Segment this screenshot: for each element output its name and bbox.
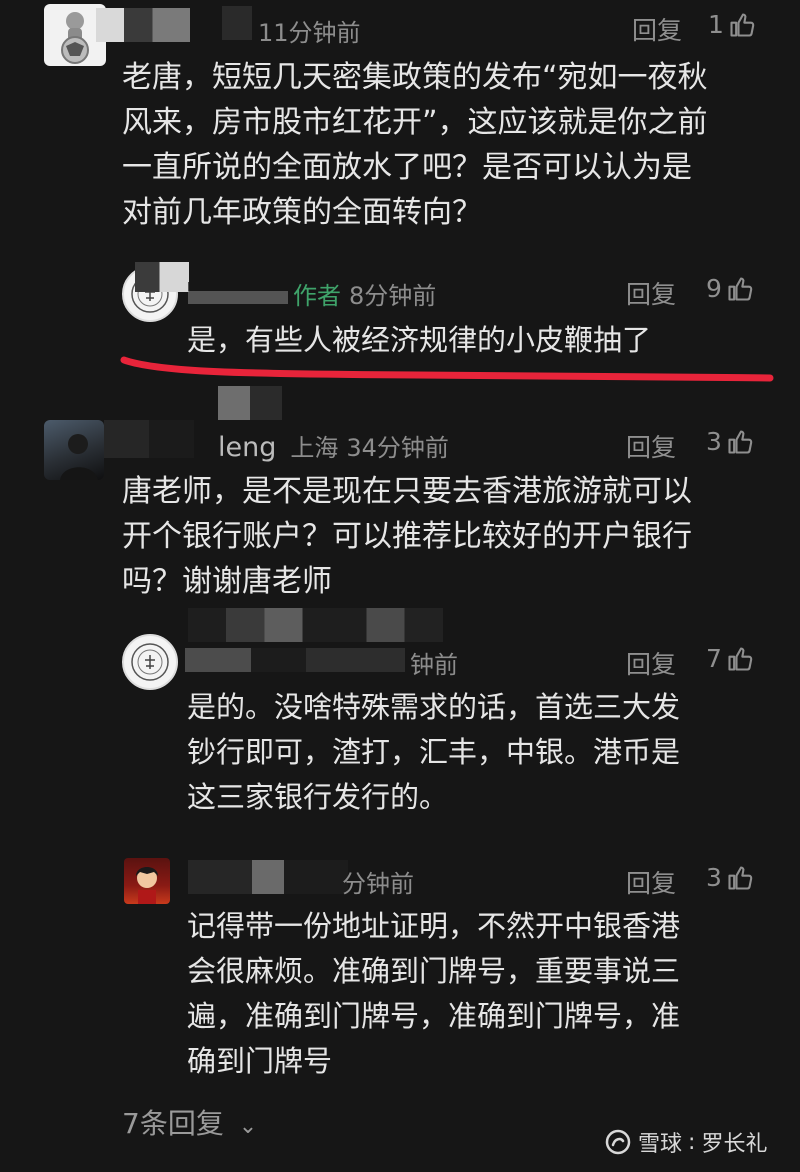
- comment-time: 分钟前: [342, 870, 414, 898]
- username-fragment: leng: [218, 432, 277, 463]
- like-count: 7: [706, 644, 722, 673]
- reply-button[interactable]: 回复: [626, 428, 676, 464]
- author-badge-and-time: 作者 8分钟前: [293, 276, 436, 311]
- comment-time: 8分钟前: [349, 282, 437, 310]
- snowball-logo-icon: [605, 1129, 631, 1155]
- watermark: 雪球 : 罗长礼: [604, 1126, 767, 1158]
- thumbs-up-icon: [728, 276, 753, 301]
- like-count: 3: [706, 863, 722, 892]
- blurred-author-name: [188, 282, 288, 304]
- chevron-down-icon: ⌄: [238, 1114, 258, 1139]
- reply-button[interactable]: 回复: [626, 864, 676, 900]
- avatar[interactable]: [44, 420, 104, 480]
- avatar-person-icon: [60, 434, 98, 480]
- blurred-username-part: [222, 6, 252, 40]
- blurred-username: [188, 860, 348, 894]
- like-button[interactable]: 3: [706, 427, 754, 456]
- thumbs-up-icon: [730, 12, 755, 37]
- reply-button[interactable]: 回复: [626, 275, 676, 311]
- like-button[interactable]: 3: [706, 863, 754, 892]
- thumbs-up-icon: [728, 865, 753, 890]
- thumbs-up-icon: [728, 429, 753, 454]
- comment-author-meta: leng 上海 34分钟前: [218, 428, 449, 463]
- more-replies-link[interactable]: 7条回复 ⌄: [122, 1102, 257, 1142]
- reply-button[interactable]: 回复: [632, 11, 682, 47]
- location: 上海: [290, 434, 339, 462]
- watermark-brand: 雪球: [638, 1132, 683, 1157]
- comment-time: 11分钟前: [258, 19, 361, 47]
- avatar-character-icon: [136, 867, 158, 904]
- avatar[interactable]: [124, 858, 170, 904]
- blurred-header: [188, 608, 443, 642]
- blurred-username: [96, 8, 190, 42]
- blurred-header: [218, 386, 282, 420]
- like-button[interactable]: 1: [708, 10, 756, 39]
- author-tag: 作者: [293, 282, 341, 310]
- blurred-username: [135, 262, 189, 292]
- comment-time: 34分钟前: [346, 434, 449, 462]
- author-avatar[interactable]: [122, 634, 178, 690]
- like-count: 9: [706, 274, 722, 303]
- red-underline-annotation: [120, 356, 774, 382]
- blurred-username: [185, 648, 405, 672]
- like-button[interactable]: 7: [706, 644, 754, 673]
- thumbs-up-icon: [728, 646, 753, 671]
- reply-button[interactable]: 回复: [626, 645, 676, 681]
- watermark-author: 罗长礼: [701, 1132, 768, 1157]
- comment-time: 钟前: [410, 651, 458, 679]
- like-count: 3: [706, 427, 722, 456]
- more-replies-label: 7条回复: [122, 1107, 224, 1140]
- seal-logo-icon: [131, 643, 169, 681]
- like-count: 1: [708, 10, 724, 39]
- watermark-separator: :: [688, 1129, 696, 1155]
- like-button[interactable]: 9: [706, 274, 754, 303]
- blurred-username: [104, 420, 194, 458]
